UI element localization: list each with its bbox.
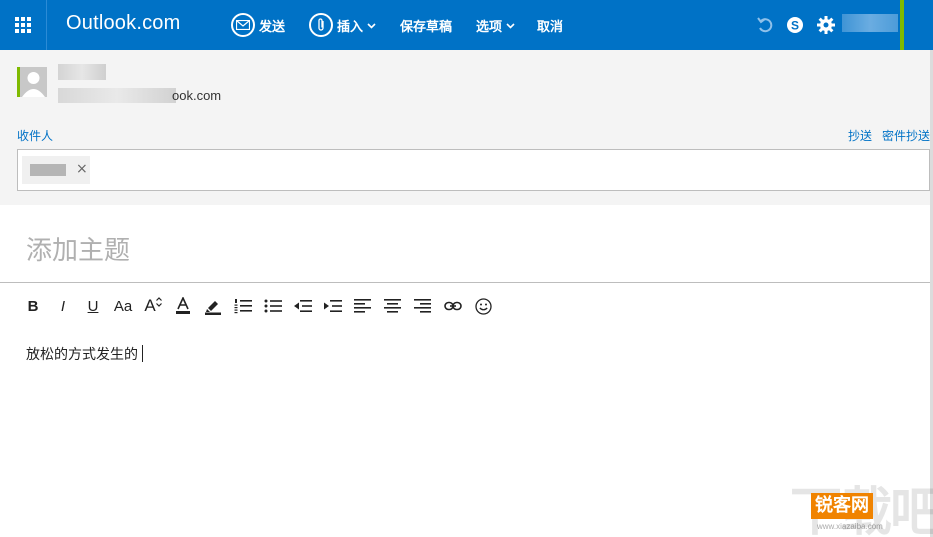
insert-label: 插入 bbox=[337, 19, 364, 35]
send-label: 发送 bbox=[259, 19, 286, 35]
subject-row bbox=[0, 223, 930, 283]
recipient-chip[interactable]: × bbox=[22, 156, 90, 184]
watermark-url: www.xiazaiba.com bbox=[817, 522, 883, 531]
person-icon bbox=[22, 72, 45, 97]
align-left-icon bbox=[354, 299, 371, 313]
insert-button[interactable]: 插入 bbox=[309, 0, 376, 50]
grow-font-icon: A bbox=[144, 296, 162, 316]
emoji-button[interactable] bbox=[468, 292, 498, 320]
sender-email: ook.com bbox=[172, 88, 222, 103]
increase-indent-button[interactable] bbox=[318, 292, 348, 320]
account-name-blurred[interactable] bbox=[842, 14, 898, 32]
cc-link[interactable]: 抄送 bbox=[848, 127, 872, 144]
to-label[interactable]: 收件人 bbox=[17, 127, 53, 144]
close-icon[interactable]: × bbox=[76, 161, 88, 177]
insert-link-button[interactable] bbox=[438, 292, 468, 320]
recipient-input[interactable]: × bbox=[17, 149, 930, 191]
brand-title[interactable]: Outlook.com bbox=[66, 12, 180, 35]
send-button[interactable]: 发送 bbox=[231, 0, 285, 50]
subject-input[interactable] bbox=[26, 231, 906, 271]
indent-icon bbox=[324, 300, 342, 312]
font-color-button[interactable] bbox=[168, 292, 198, 320]
decrease-indent-button[interactable] bbox=[288, 292, 318, 320]
compose-header: ook.com 收件人 抄送 密件抄送 × bbox=[0, 50, 933, 205]
highlighter-icon bbox=[205, 301, 221, 315]
text-cursor bbox=[142, 345, 143, 362]
underline-button[interactable]: U bbox=[78, 292, 108, 320]
align-right-button[interactable] bbox=[408, 292, 438, 320]
top-bar: Outlook.com 发送 插入 保存草稿 选项 取消 S bbox=[0, 0, 933, 50]
sender-email-blurred bbox=[58, 88, 176, 103]
font-color-icon bbox=[176, 297, 190, 314]
avatar bbox=[17, 67, 47, 97]
bold-icon: B bbox=[27, 297, 39, 315]
italic-icon: I bbox=[60, 297, 66, 315]
smiley-icon bbox=[474, 297, 492, 315]
chevron-down-icon bbox=[506, 18, 515, 33]
underline-icon: U bbox=[87, 297, 99, 315]
align-center-icon bbox=[384, 299, 401, 313]
chevron-down-icon bbox=[367, 18, 376, 33]
skype-icon[interactable]: S bbox=[784, 14, 806, 36]
bullet-list-icon bbox=[264, 299, 282, 313]
watermark-logo: 锐客网 bbox=[811, 493, 873, 519]
app-launcher-icon bbox=[15, 17, 31, 33]
numbered-list-icon bbox=[234, 299, 252, 314]
options-label: 选项 bbox=[476, 19, 503, 35]
highlight-button[interactable] bbox=[198, 292, 228, 320]
envelope-icon bbox=[231, 13, 255, 37]
italic-button[interactable]: I bbox=[48, 292, 78, 320]
font-size-icon: Aa bbox=[113, 297, 133, 315]
recipient-name-blurred bbox=[30, 164, 66, 176]
svg-text:S: S bbox=[791, 19, 799, 33]
align-center-button[interactable] bbox=[378, 292, 408, 320]
grow-font-button[interactable]: A bbox=[138, 292, 168, 320]
save-draft-button[interactable]: 保存草稿 bbox=[400, 0, 452, 50]
app-launcher-button[interactable] bbox=[0, 0, 47, 50]
outdent-icon bbox=[294, 300, 312, 312]
align-left-button[interactable] bbox=[348, 292, 378, 320]
formatting-toolbar: B I U Aa A bbox=[18, 292, 498, 320]
message-body[interactable]: 放松的方式发生的 bbox=[26, 344, 143, 364]
accent-strip bbox=[900, 0, 904, 50]
link-icon bbox=[444, 301, 462, 311]
options-button[interactable]: 选项 bbox=[476, 0, 515, 50]
bcc-link[interactable]: 密件抄送 bbox=[882, 127, 930, 144]
bullet-list-button[interactable] bbox=[258, 292, 288, 320]
paperclip-icon bbox=[309, 13, 333, 37]
font-size-button[interactable]: Aa bbox=[108, 292, 138, 320]
sender-name-blurred bbox=[58, 64, 106, 80]
message-body-text: 放松的方式发生的 bbox=[26, 347, 138, 363]
cancel-button[interactable]: 取消 bbox=[537, 0, 563, 50]
align-right-icon bbox=[414, 299, 431, 313]
bold-button[interactable]: B bbox=[18, 292, 48, 320]
undo-icon[interactable] bbox=[754, 14, 776, 36]
gear-icon[interactable] bbox=[815, 14, 837, 36]
numbered-list-button[interactable] bbox=[228, 292, 258, 320]
